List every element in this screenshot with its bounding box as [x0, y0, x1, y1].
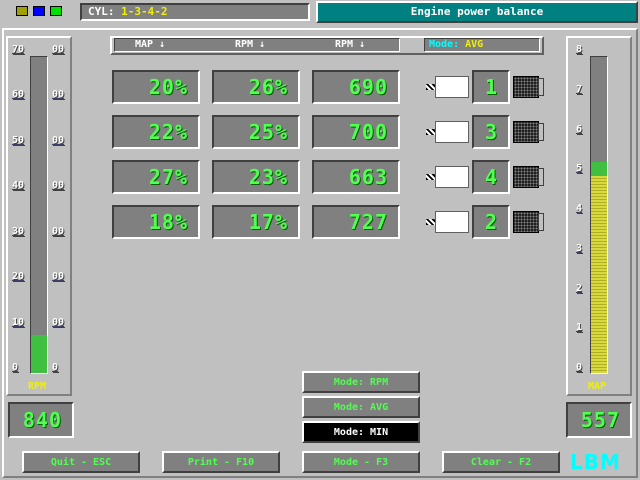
map-gauge-marker: [591, 162, 607, 176]
rpm-gauge-label: RPM: [28, 381, 47, 392]
rpm-tick-suffix: 00: [52, 271, 65, 283]
map-tick-label: 4: [576, 203, 583, 214]
cyl-order: 1-3-4-2: [121, 5, 168, 18]
rpm-tick-label: 30: [12, 225, 25, 237]
spark-plug-icon: [435, 166, 469, 188]
rpm-value-cell: 663: [312, 160, 400, 194]
rpm-tick-suffix: 0: [52, 362, 59, 373]
coil-connector: [538, 123, 544, 141]
rpm-tick-label: 0: [12, 362, 19, 373]
quit-button[interactable]: Quit - ESC: [22, 451, 140, 473]
rpm-tick-suffix: 00: [52, 134, 65, 146]
top-bar: CYL: 1-3-4-2 Engine power balance: [0, 0, 640, 26]
map-tick-label: 0: [576, 362, 583, 373]
spark-plug-icon: [435, 121, 469, 143]
mode-avg-button[interactable]: Mode: AVG: [302, 396, 420, 418]
print-button[interactable]: Print - F10: [162, 451, 280, 473]
map-gauge-tube: [590, 56, 608, 374]
spark-plug-icon: [435, 76, 469, 98]
map-tick-label: 1: [576, 322, 583, 334]
rpm-gauge-fill: [31, 335, 47, 373]
map-tick-label: 8: [576, 44, 583, 55]
rpm-tick-suffix: 00: [52, 225, 65, 237]
rpm-tick-label: 10: [12, 316, 25, 328]
rpm-percent-cell: 25%: [212, 115, 300, 149]
map-percent-cell: 27%: [112, 160, 200, 194]
rpm-value-cell: 727: [312, 205, 400, 239]
rpm-tick-label: 60: [12, 89, 25, 101]
rpm-value-cell: 700: [312, 115, 400, 149]
rpm-percent-cell: 17%: [212, 205, 300, 239]
ignition-coil-icon: [513, 121, 539, 143]
ignition-coil-icon: [513, 166, 539, 188]
map-tick-label: 5: [576, 163, 583, 175]
rpm-tick-suffix: 00: [52, 44, 65, 55]
cyl-label: CYL:: [88, 5, 115, 18]
current-mode-indicator: Mode: AVG: [424, 38, 540, 52]
map-gauge-label: MAP: [588, 381, 607, 392]
cylinder-number: 2: [472, 205, 510, 239]
rpm-value-display: 840: [8, 402, 74, 438]
ignition-coil-icon: [513, 76, 539, 98]
color-square-1: [16, 6, 28, 16]
map-percent-cell: 20%: [112, 70, 200, 104]
map-percent-cell: 18%: [112, 205, 200, 239]
rpm-tick-suffix: 00: [52, 316, 65, 328]
rpm-tick-suffix: 00: [52, 89, 65, 101]
clear-button[interactable]: Clear - F2: [442, 451, 560, 473]
map-tick-label: 2: [576, 282, 583, 294]
spark-plug-icon: [435, 211, 469, 233]
cylinder-order-display: CYL: 1-3-4-2: [80, 3, 310, 21]
coil-connector: [538, 168, 544, 186]
window-title: Engine power balance: [316, 1, 638, 23]
lbm-logo: LBM: [570, 450, 621, 474]
header-rpm: RPM ↓: [335, 39, 366, 50]
rpm-tick-label: 40: [12, 180, 25, 192]
map-gauge-fill: [591, 174, 607, 373]
color-square-3: [50, 6, 62, 16]
rpm-value-cell: 690: [312, 70, 400, 104]
rpm-percent-cell: 23%: [212, 160, 300, 194]
cylinder-number: 4: [472, 160, 510, 194]
rpm-tick-label: 70: [12, 44, 25, 55]
ignition-coil-icon: [513, 211, 539, 233]
mode-rpm-button[interactable]: Mode: RPM: [302, 371, 420, 393]
rpm-percent-cell: 26%: [212, 70, 300, 104]
mode-value: AVG: [465, 39, 484, 50]
map-percent-cell: 22%: [112, 115, 200, 149]
coil-connector: [538, 213, 544, 231]
rpm-gauge-tube: [30, 56, 48, 374]
column-headers: MAP ↓ RPM ↓ RPM ↓: [114, 38, 400, 52]
rpm-tick-suffix: 00: [52, 180, 65, 192]
map-tick-label: 3: [576, 242, 583, 254]
header-map: MAP ↓: [135, 39, 166, 50]
color-square-2: [33, 6, 45, 16]
map-tick-label: 6: [576, 123, 583, 135]
cylinder-number: 3: [472, 115, 510, 149]
rpm-tick-label: 50: [12, 134, 25, 146]
rpm-tick-label: 20: [12, 271, 25, 283]
mode-button[interactable]: Mode - F3: [302, 451, 420, 473]
coil-connector: [538, 78, 544, 96]
cylinder-number: 1: [472, 70, 510, 104]
mode-key: Mode:: [429, 39, 460, 50]
header-rpm-pct: RPM ↓: [235, 39, 266, 50]
map-tick-label: 7: [576, 83, 583, 95]
map-value-display: 557: [566, 402, 632, 438]
mode-min-button[interactable]: Mode: MIN: [302, 421, 420, 443]
